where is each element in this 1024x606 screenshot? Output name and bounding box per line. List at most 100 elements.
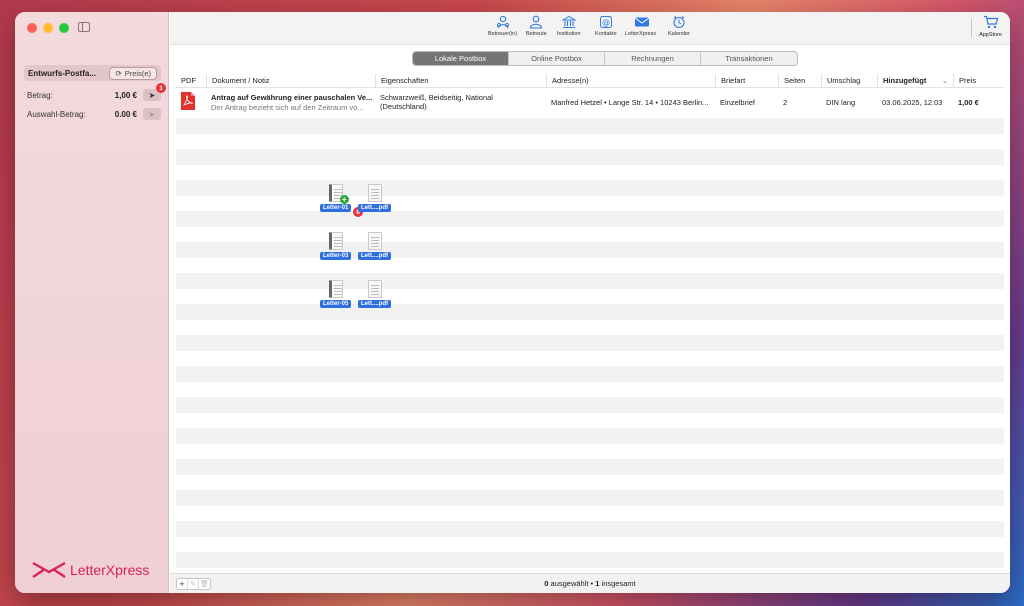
add-plus-icon: + xyxy=(339,195,349,204)
toolbar-kontakte-button[interactable]: @ Kontakte xyxy=(595,15,617,37)
selected-text: ausgewählt • xyxy=(548,579,596,588)
tab-rechnungen[interactable]: Rechnungen xyxy=(605,52,701,65)
price-button[interactable]: ⟳ Preis(e) xyxy=(109,66,157,80)
column-header-address[interactable]: Adresse(n) xyxy=(546,74,715,87)
pdf-file-icon xyxy=(367,232,382,250)
amount-value: 1,00 € xyxy=(114,90,137,100)
toolbar-item-label: Betreute xyxy=(526,31,547,37)
column-header-properties[interactable]: Eigenschaften xyxy=(375,74,546,87)
zoom-window-button[interactable] xyxy=(59,23,69,33)
refresh-icon: ⟳ xyxy=(115,68,122,78)
column-header-envelope[interactable]: Umschlag xyxy=(821,74,877,87)
column-header-pages[interactable]: Seiten xyxy=(778,74,821,87)
dragged-file-label: Lett....pdf xyxy=(358,252,391,260)
table-stripes xyxy=(176,118,1004,568)
toolbar-institution-button[interactable]: Institution xyxy=(557,15,581,37)
alarm-clock-icon xyxy=(672,15,686,29)
minimize-window-button[interactable] xyxy=(43,23,53,33)
table-header: PDF Dokument / Notiz Eigenschaften Adres… xyxy=(176,74,1004,88)
main-panel: Betreuer(in) Betreute Institution @ Kont… xyxy=(170,12,1010,593)
toolbar-item-label: LetterXpress xyxy=(625,31,657,37)
toolbar-item-label: Kalender xyxy=(668,31,691,37)
document-file-icon xyxy=(328,232,343,250)
column-header-added-label: Hinzugefügt xyxy=(883,76,927,85)
toolbar-betreute-button[interactable]: Betreute xyxy=(526,15,547,37)
total-text: insgesamt xyxy=(599,579,636,588)
dragged-file-label: Lett....pdf xyxy=(358,204,391,212)
column-header-added[interactable]: Hinzugefügt ⌄ xyxy=(877,74,953,87)
column-header-document[interactable]: Dokument / Notiz xyxy=(206,74,375,87)
appstore-label: AppStore xyxy=(979,32,1002,38)
draft-box-row[interactable]: Entwurfs-Postfa... ⟳ Preis(e) xyxy=(24,65,161,81)
document-cell: Antrag auf Gewährung einer pauschalen Ve… xyxy=(206,93,375,112)
document-file-icon xyxy=(328,280,343,298)
toolbar-letterxpress-button[interactable]: LetterXpress xyxy=(625,15,656,37)
sidebar-toggle-icon[interactable] xyxy=(78,22,90,32)
chevron-down-icon: ⌄ xyxy=(941,76,948,85)
dragged-file[interactable]: Lett....pdf xyxy=(358,232,391,260)
trash-icon[interactable]: 🗑 xyxy=(199,579,210,589)
properties-cell: Schwarzweiß, Beidseitig, National (Deuts… xyxy=(375,93,546,111)
properties-line1: Schwarzweiß, Beidseitig, National xyxy=(380,93,493,102)
added-cell: 03.06.2025, 12:03 xyxy=(882,97,943,107)
toolbar-item-label: Betreuer(in) xyxy=(488,31,518,37)
add-button[interactable]: + xyxy=(177,579,188,589)
column-header-letter-type[interactable]: Briefart xyxy=(715,74,778,87)
toolbar-kalender-button[interactable]: Kalender xyxy=(668,15,690,37)
status-text: 0 ausgewählt • 1 insgesamt xyxy=(544,579,635,588)
window-controls xyxy=(27,23,69,33)
cart-icon xyxy=(983,15,999,32)
dragged-file-label: Lett....pdf xyxy=(358,300,391,308)
person-icon xyxy=(529,15,543,29)
column-header-pdf[interactable]: PDF xyxy=(176,74,206,87)
toolbar-betreuer-button[interactable]: Betreuer(in) xyxy=(488,15,517,37)
letterxpress-logo-icon xyxy=(32,561,66,578)
column-header-price[interactable]: Preis xyxy=(953,74,1004,87)
toolbar-divider xyxy=(971,19,972,37)
send-count-badge: 1 xyxy=(156,83,166,93)
logo-text: LetterXpress xyxy=(70,562,150,578)
pdf-file-icon[interactable] xyxy=(181,92,195,110)
dragged-file-label: Letter-03 xyxy=(320,252,352,260)
tab-lokale-postbox[interactable]: Lokale Postbox xyxy=(413,52,509,65)
envelope-icon xyxy=(634,15,649,29)
selection-amount-label: Auswahl-Betrag: xyxy=(27,109,86,119)
appstore-button[interactable]: AppStore xyxy=(979,15,1002,38)
tab-online-postbox[interactable]: Online Postbox xyxy=(509,52,605,65)
dragged-file[interactable]: Letter-05 xyxy=(320,280,352,308)
dragged-file[interactable]: Lett....pdf xyxy=(358,280,391,308)
selection-amount-row: Auswahl-Betrag: 0.00 € ➤ xyxy=(27,107,161,121)
tab-transaktionen[interactable]: Transaktionen xyxy=(701,52,797,65)
status-bar: + ✎ 🗑 0 ausgewählt • 1 insgesamt xyxy=(170,573,1010,593)
row-controls: + ✎ 🗑 xyxy=(176,578,211,590)
building-icon xyxy=(560,15,577,29)
letter-type-cell: Einzelbrief xyxy=(720,97,756,107)
pdf-file-icon xyxy=(367,184,382,202)
toolbar-item-label: Institution xyxy=(557,31,581,37)
price-cell: 1,00 € xyxy=(958,97,979,107)
at-icon: @ xyxy=(599,15,613,29)
send-button[interactable]: ➤ 1 xyxy=(143,83,166,101)
dragged-file[interactable]: + Letter-01 xyxy=(320,184,352,212)
properties-line2: (Deutschland) xyxy=(380,102,427,111)
toolbar: Betreuer(in) Betreute Institution @ Kont… xyxy=(170,12,1010,45)
document-note: Der Antrag bezieht sich auf den Zeitraum… xyxy=(211,102,364,112)
sidebar: Entwurfs-Postfa... ⟳ Preis(e) Betrag: 1,… xyxy=(15,12,169,593)
postbox-tabs: Lokale Postbox Online Postbox Rechnungen… xyxy=(412,51,798,66)
envelope-cell: DIN lang xyxy=(826,97,856,107)
postbox-table: PDF Dokument / Notiz Eigenschaften Adres… xyxy=(176,74,1004,116)
table-row[interactable]: Antrag auf Gewährung einer pauschalen Ve… xyxy=(176,88,1004,116)
selection-amount-value: 0.00 € xyxy=(114,109,137,119)
svg-text:@: @ xyxy=(602,18,610,27)
paper-plane-icon: ➤ xyxy=(148,90,156,100)
close-window-button[interactable] xyxy=(27,23,37,33)
document-title: Antrag auf Gewährung einer pauschalen Ve… xyxy=(211,92,373,102)
dragged-file[interactable]: Lett....pdf xyxy=(358,184,391,212)
edit-icon[interactable]: ✎ xyxy=(188,579,199,589)
letterxpress-logo: LetterXpress xyxy=(32,561,149,579)
dragged-file-label: Letter-05 xyxy=(320,300,352,308)
dragged-file[interactable]: Letter-03 xyxy=(320,232,352,260)
price-button-label: Preis(e) xyxy=(124,68,151,78)
person-group-icon xyxy=(496,15,510,29)
send-selection-button[interactable]: ➤ xyxy=(143,108,161,120)
